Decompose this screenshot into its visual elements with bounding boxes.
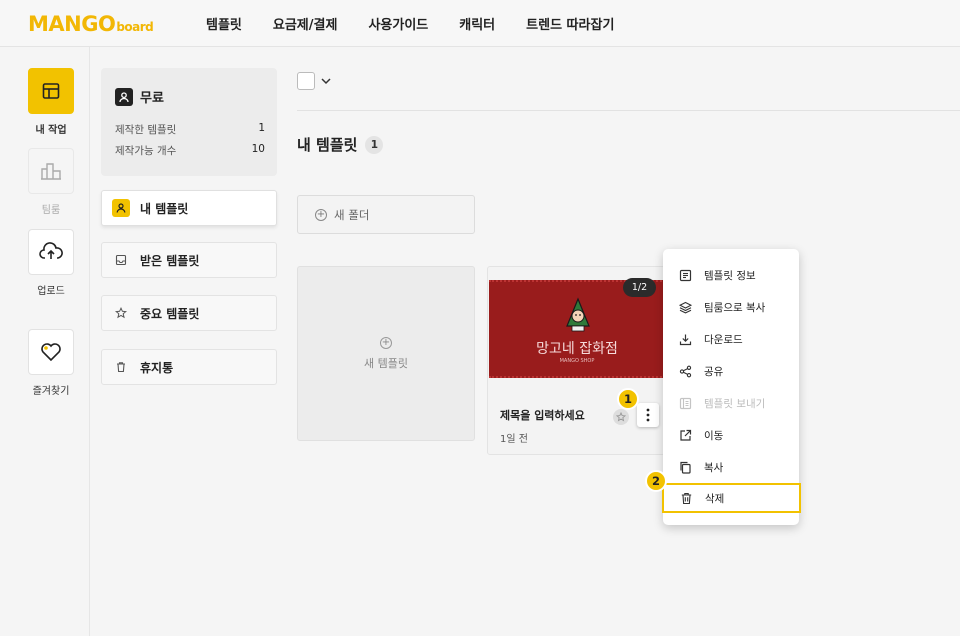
menu-item-template-info[interactable]: 템플릿 정보 (663, 260, 799, 290)
rail-item-teamroom[interactable]: 팀룸 (28, 148, 74, 216)
menu-item-copy[interactable]: 복사 (663, 452, 799, 482)
plan-card: 무료 제작한 템플릿 1 제작가능 개수 10 (101, 68, 277, 176)
external-link-icon (680, 429, 692, 441)
step-marker-2: 2 (645, 470, 667, 492)
side-menu-received-templates[interactable]: 받은 템플릿 (101, 242, 277, 278)
rail-item-upload[interactable]: 업로드 (28, 229, 74, 297)
context-menu: 템플릿 정보 팀룸으로 복사 다운로드 공유 템플릿 보내기 이동 복사 삭제 (662, 249, 801, 525)
kebab-icon (646, 408, 650, 422)
nav-guide[interactable]: 사용가이드 (368, 14, 428, 33)
thumbnail-subtitle: MANGO SHOP (559, 358, 595, 364)
side-menu-important-templates[interactable]: 중요 템플릿 (101, 295, 277, 331)
count-badge: 1 (365, 135, 384, 154)
send-doc-icon (679, 397, 692, 409)
new-folder-button[interactable]: + 새 폴더 (297, 195, 475, 234)
rail-label: 즐겨찾기 (32, 386, 70, 397)
inbox-icon (112, 251, 130, 269)
plan-row: 제작한 템플릿 1 (115, 122, 265, 136)
plan-name: 무료 (140, 91, 164, 106)
nav-trends[interactable]: 트렌드 따라잡기 (526, 14, 614, 33)
character-illustration (566, 297, 590, 332)
copy-icon (680, 461, 691, 474)
rail-item-favorites[interactable]: 즐겨찾기 (28, 329, 74, 397)
nav-templates[interactable]: 템플릿 (206, 14, 242, 33)
more-options-button[interactable] (637, 403, 659, 427)
heart-icon (28, 329, 74, 375)
cloud-upload-icon (28, 229, 74, 275)
top-bar: MANGOboard 템플릿 요금제/결제 사용가이드 캐릭터 트렌드 따라잡기 (0, 0, 960, 47)
menu-item-move[interactable]: 이동 (663, 420, 799, 450)
side-menu-my-templates[interactable]: 내 템플릿 (101, 190, 277, 226)
new-template-button[interactable]: + 새 템플릿 (297, 266, 475, 441)
rail-item-my-work[interactable]: 내 작업 (28, 68, 74, 136)
side-menu-trash[interactable]: 휴지통 (101, 349, 277, 385)
plan-row: 제작가능 개수 10 (115, 143, 265, 157)
menu-item-share[interactable]: 공유 (663, 356, 799, 386)
share-icon (679, 365, 692, 377)
thumbnail-title: 망고네 잡화점 (536, 341, 618, 357)
trash-icon (681, 492, 692, 504)
template-time: 1일 전 (500, 434, 528, 445)
buildings-icon (28, 148, 74, 194)
chevron-down-icon[interactable] (320, 73, 332, 92)
person-icon (112, 199, 130, 217)
layout-icon (28, 68, 74, 114)
nav-pricing[interactable]: 요금제/결제 (273, 14, 338, 33)
star-icon (112, 304, 130, 322)
layers-icon (679, 301, 692, 314)
plus-circle-icon: + (315, 208, 327, 221)
rail-label: 내 작업 (35, 125, 67, 136)
template-title[interactable]: 제목을 입력하세요 (500, 407, 585, 423)
rail-label: 업로드 (37, 286, 65, 297)
main-nav: 템플릿 요금제/결제 사용가이드 캐릭터 트렌드 따라잡기 (206, 0, 645, 47)
download-icon (679, 334, 692, 345)
select-all-checkbox[interactable] (297, 72, 315, 90)
menu-item-download[interactable]: 다운로드 (663, 324, 799, 354)
nav-characters[interactable]: 캐릭터 (459, 14, 495, 33)
step-marker-1: 1 (617, 388, 639, 410)
user-icon (115, 87, 133, 106)
rail-label: 팀룸 (41, 205, 61, 216)
info-doc-icon (679, 269, 692, 281)
trash-icon (112, 358, 130, 376)
page-indicator: 1/2 (623, 278, 656, 297)
favorite-star-icon[interactable] (613, 409, 629, 425)
divider (297, 110, 960, 111)
mangoboard-logo[interactable]: MANGOboard (28, 12, 154, 36)
section-title: 내 템플릿 1 (297, 134, 384, 155)
menu-item-send-template[interactable]: 템플릿 보내기 (663, 388, 799, 418)
plus-circle-icon: + (380, 336, 392, 349)
menu-item-delete[interactable]: 삭제 (662, 483, 801, 513)
menu-item-copy-to-teamroom[interactable]: 팀룸으로 복사 (663, 292, 799, 322)
